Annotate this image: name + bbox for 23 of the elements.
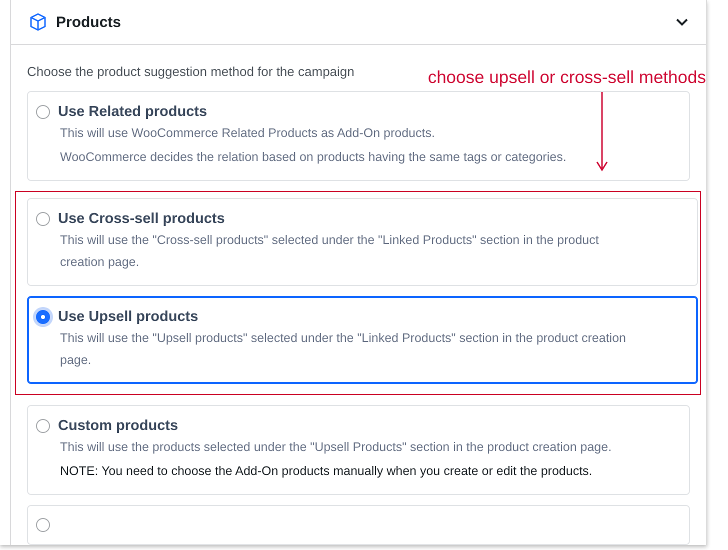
radio-button[interactable] [36, 419, 50, 433]
panel-title: Products [56, 14, 122, 30]
option-title: Use Upsell products [58, 309, 198, 325]
option-description: This will use the "Upsell products" selected under the "Linked Products" section in the product creation page. [60, 330, 627, 369]
radio-button[interactable] [36, 518, 50, 532]
option-title: Use Cross-sell products [58, 211, 225, 227]
radio-button[interactable] [36, 105, 50, 119]
option-title: Use Related products [58, 104, 208, 120]
radio-button[interactable] [36, 212, 50, 226]
option-title: Custom products [58, 418, 178, 434]
option-description: This will use the "Cross-sell products" selected under the "Linked Products" section in the product creation page. [60, 232, 600, 271]
prompt-text: Choose the product suggestion method for the campaign [27, 64, 354, 79]
radio-button[interactable] [36, 310, 50, 324]
box-icon [28, 12, 48, 32]
option-card[interactable]: Use Upsell products This will use the "Upsell products" selected under the "Linked Products" section in the product creation page. [27, 296, 698, 384]
option-card[interactable]: Use Related products This will use WooCommerce Related Products as Add-On products. WooCommerce decides the relation based on products having the same tags or categories. [27, 91, 690, 181]
option-card[interactable]: Use Cross-sell products This will use the "Cross-sell products" selected under the "Linked Products" section in the product creation page. [27, 198, 698, 286]
note-text: NOTE: You need to choose the Add-On products manually when you create or edit the products. [60, 463, 594, 480]
annotation-text: choose upsell or cross-sell methods [428, 67, 706, 87]
option-description: This will use WooCommerce Related Products as Add-On products. [60, 125, 436, 142]
option-description: This will use the products selected under the "Upsell Products" section in the product creation page. [60, 439, 613, 456]
option-description: WooCommerce decides the relation based on products having the same tags or categories. [60, 149, 568, 166]
option-card[interactable] [27, 405, 690, 495]
